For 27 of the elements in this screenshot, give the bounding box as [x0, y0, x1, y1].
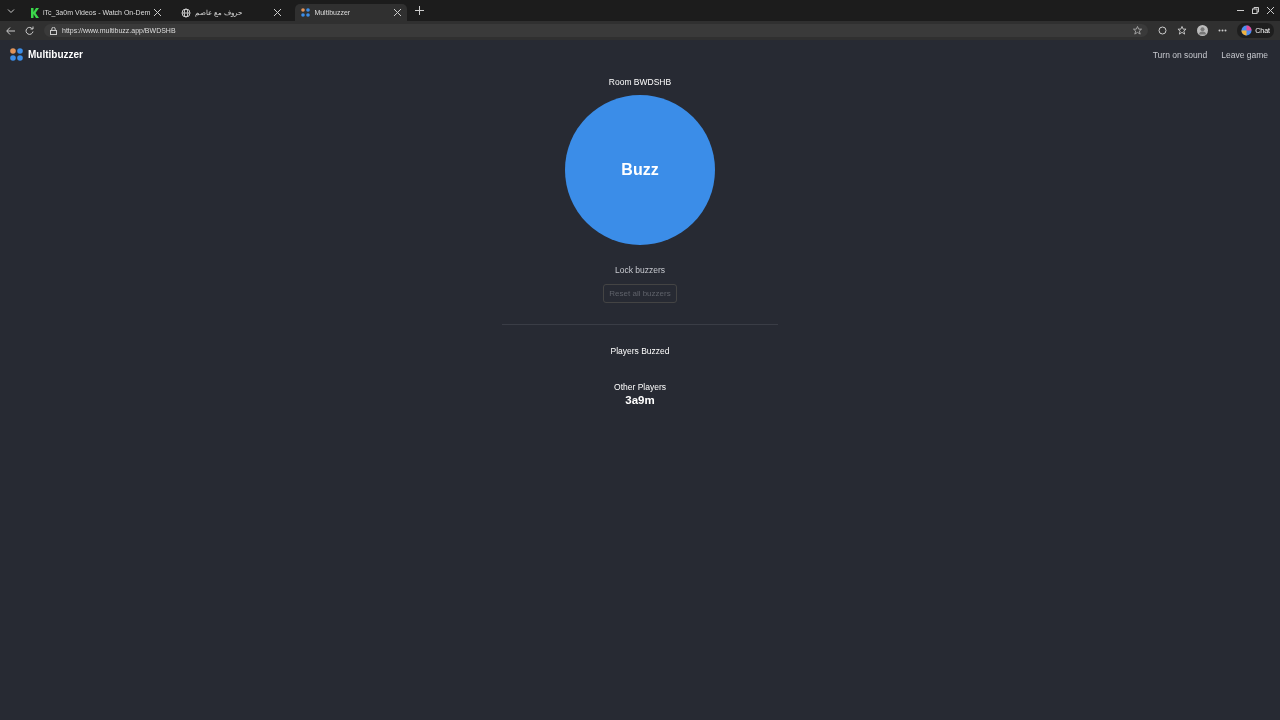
room-code: Room BWDSHB: [608, 77, 672, 87]
close-window-icon[interactable]: [1267, 7, 1274, 14]
player-name: 3a9m: [625, 394, 655, 406]
close-icon[interactable]: [154, 9, 162, 16]
lock-buzzers-link[interactable]: Lock buzzers: [614, 265, 666, 275]
new-tab-icon[interactable]: [415, 6, 425, 15]
reload-icon[interactable]: [25, 26, 34, 35]
star-icon[interactable]: [1133, 26, 1143, 35]
copilot-logo-icon: [1241, 25, 1253, 36]
back-arrow-icon[interactable]: [6, 26, 15, 35]
logo-icon: [10, 48, 23, 61]
close-icon[interactable]: [274, 9, 282, 16]
extension-icon[interactable]: [1158, 26, 1168, 35]
app-name: Multibuzzer: [28, 49, 83, 60]
k-logo-icon: [30, 7, 39, 18]
nav-link[interactable]: Leave game: [1221, 49, 1268, 60]
more-menu-icon[interactable]: [1218, 29, 1228, 32]
favorites-icon[interactable]: [1177, 26, 1188, 35]
nav-link[interactable]: Turn on sound: [1152, 49, 1208, 60]
grid-logo-icon: [301, 8, 311, 17]
section-heading: Other Players: [614, 382, 666, 392]
profile-avatar-icon[interactable]: [1197, 25, 1209, 36]
globe-icon: [181, 7, 192, 18]
close-icon[interactable]: [394, 9, 402, 16]
section-heading: Players Buzzed: [610, 346, 670, 356]
restore-icon[interactable]: [1252, 7, 1259, 14]
lock-icon: [50, 26, 57, 35]
